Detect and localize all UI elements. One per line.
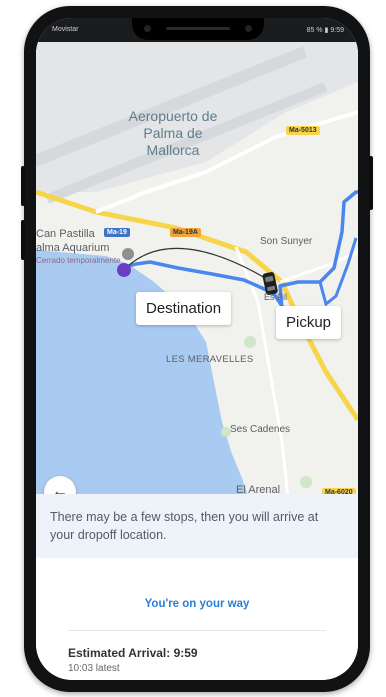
time-label: 9:59 — [330, 27, 344, 34]
camera-icon — [144, 25, 151, 32]
notch — [132, 18, 264, 40]
ses-cadenes-label: Ses Cadenes — [230, 424, 291, 435]
park — [244, 336, 256, 348]
aquarium-label: alma Aquarium — [36, 242, 110, 254]
trip-sheet: There may be a few stops, then you will … — [36, 494, 358, 680]
road-badge-ma19: Ma-19 — [104, 228, 130, 237]
volume-button — [21, 166, 25, 206]
les-meravelles-label: LES MERAVELLES — [166, 354, 254, 365]
phone-frame: Aeropuerto de Palma de Mallorca Can Past… — [21, 6, 373, 692]
battery-icon: ▮ — [324, 27, 329, 34]
latest-label: 10:03 latest — [68, 663, 120, 674]
road-badge-ma5013: Ma-5013 — [286, 126, 320, 135]
map-view[interactable]: Aeropuerto de Palma de Mallorca Can Past… — [36, 42, 358, 516]
power-button — [369, 156, 373, 210]
info-box: There may be a few stops, then you will … — [36, 494, 358, 558]
divider — [68, 630, 326, 631]
can-pastilla-label: Can Pastilla — [36, 228, 95, 240]
airport-label: Aeropuerto de Palma de Mallorca — [128, 108, 218, 158]
road-badge-ma19a: Ma-19A — [170, 228, 201, 237]
eta-label: Estimated Arrival: 9:59 — [68, 646, 198, 660]
trip-status-label: You're on your way — [144, 598, 250, 610]
sensor-icon — [245, 25, 252, 32]
aquarium-marker-icon — [122, 248, 134, 260]
screen: Aeropuerto de Palma de Mallorca Can Past… — [36, 18, 358, 680]
volume-button-2 — [21, 220, 25, 260]
es-pil-label: Es Pil — [264, 292, 288, 302]
carrier-label: Movistar — [52, 26, 79, 33]
speaker-grille — [166, 27, 230, 30]
destination-callout[interactable]: Destination — [136, 292, 232, 325]
aquarium-note-label: Cerrado temporalmente — [36, 256, 121, 265]
pickup-callout[interactable]: Pickup — [276, 306, 342, 339]
destination-pin-icon — [117, 263, 131, 277]
battery-label: 85 % — [306, 27, 323, 34]
park-3 — [300, 476, 312, 488]
son-sunyer-label: Son Sunyer — [260, 236, 313, 247]
info-message: There may be a few stops, then you will … — [50, 510, 319, 542]
status-right: 85 % ▮ 9:59 — [307, 26, 344, 34]
